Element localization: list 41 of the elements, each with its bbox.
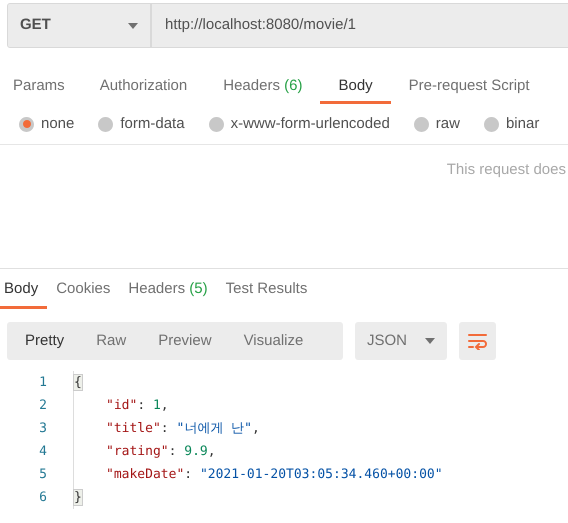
radio-button[interactable]	[19, 116, 34, 132]
view-mode-tab[interactable]: Preview	[142, 330, 228, 352]
tab[interactable]: Pre-request Script	[390, 67, 548, 104]
radio-button[interactable]	[208, 116, 224, 132]
wrap-lines-button[interactable]	[459, 322, 496, 360]
view-mode-tab[interactable]: Visualize	[228, 330, 320, 352]
line-number: 5	[38, 466, 47, 484]
caret-icon	[128, 22, 138, 28]
tab[interactable]: Authorization	[82, 67, 206, 104]
line-number: 6	[38, 488, 47, 507]
format-select[interactable]: JSON	[355, 322, 447, 360]
tab[interactable]: Params	[0, 67, 82, 104]
radio-option[interactable]: x-www-form-urlencoded	[208, 112, 390, 136]
method-select[interactable]: GET	[7, 3, 151, 48]
url-field[interactable]: http://localhost:8080/movie/1	[151, 3, 568, 48]
code-line: "id": 1,	[106, 396, 169, 415]
wrap-lines-icon	[467, 332, 488, 350]
line-number: 2	[38, 396, 47, 415]
radio-option[interactable]: form-data	[98, 112, 185, 136]
code-line: "rating": 9.9,	[106, 442, 216, 461]
line-number: 1	[38, 374, 47, 392]
radio-button[interactable]	[98, 116, 114, 132]
tab[interactable]: Test Results	[216, 270, 316, 309]
view-mode-tab[interactable]: Raw	[80, 330, 142, 352]
tab[interactable]: Headers (6)	[205, 67, 320, 104]
radio-button[interactable]	[414, 116, 429, 132]
tab[interactable]: Cookies	[47, 270, 120, 309]
tab[interactable]: Body	[0, 270, 48, 309]
radio-option[interactable]: none	[19, 112, 74, 136]
line-number: 4	[38, 442, 47, 461]
tab[interactable]: Headers (5)	[119, 270, 217, 309]
empty-body-message: This request does	[446, 160, 567, 179]
radio-button[interactable]	[484, 116, 499, 132]
view-mode-tab[interactable]: Pretty	[9, 330, 80, 352]
tab[interactable]: Body	[320, 67, 391, 104]
radio-option[interactable]: raw	[414, 112, 460, 136]
code-line: "makeDate": "2021-01-20T03:05:34.460+00:00"	[106, 466, 443, 484]
code-line: "title": "너에게 난",	[106, 420, 260, 438]
line-number: 3	[38, 420, 47, 438]
caret-icon	[425, 338, 435, 344]
radio-option[interactable]: binar	[484, 112, 540, 136]
